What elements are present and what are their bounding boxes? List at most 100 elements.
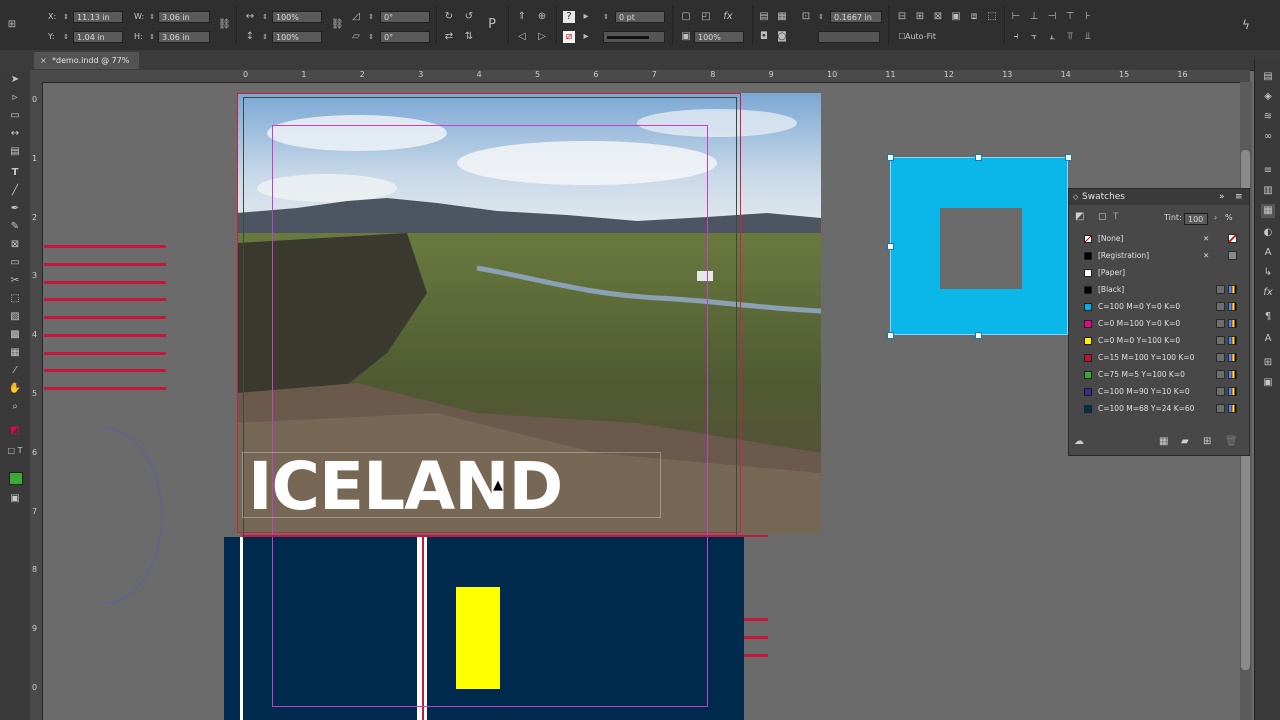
- select-content-icon[interactable]: ⊕: [536, 11, 548, 23]
- align-right-icon[interactable]: ⊣: [1046, 11, 1058, 23]
- wrap-shape-icon[interactable]: ◘: [758, 31, 770, 43]
- close-tab-icon[interactable]: ×: [40, 52, 47, 69]
- drop-shadow-icon[interactable]: ▣: [680, 31, 692, 43]
- character-icon[interactable]: A: [1261, 332, 1275, 346]
- align-panel-icon[interactable]: ⊞: [1261, 356, 1275, 370]
- selection-handle[interactable]: [1065, 154, 1072, 161]
- text-wrap-icon[interactable]: A: [1261, 246, 1275, 260]
- opacity-field[interactable]: 100%: [694, 31, 744, 43]
- swatch-row[interactable]: C=100 M=90 Y=10 K=0: [1069, 383, 1249, 400]
- swatch-row[interactable]: [Black]: [1069, 281, 1249, 298]
- distribute-left-icon[interactable]: ⫞: [1010, 31, 1022, 43]
- selection-tool-icon[interactable]: ➤: [7, 73, 23, 87]
- shear-stepper-icon[interactable]: ⇕: [365, 31, 377, 43]
- object-style-dropdown[interactable]: [818, 31, 880, 43]
- wrap-box-icon[interactable]: ▦: [776, 11, 788, 23]
- stroke-weight-stepper-icon[interactable]: ⇕: [600, 11, 612, 23]
- formatting-affects-icon[interactable]: □ T: [7, 444, 23, 458]
- rectangle-frame-tool-icon[interactable]: ⊠: [7, 238, 23, 252]
- container-format-icon[interactable]: ▢: [1098, 212, 1107, 222]
- selection-handle[interactable]: [887, 332, 894, 339]
- offset-stepper-icon[interactable]: ⇕: [815, 11, 827, 23]
- rotate-stepper-icon[interactable]: ⇕: [365, 11, 377, 23]
- eyedropper-tool-icon[interactable]: ⁄: [7, 364, 23, 378]
- align-top-icon[interactable]: ⊤: [1064, 11, 1076, 23]
- stroke-type-dropdown[interactable]: [603, 31, 665, 43]
- swatch-row[interactable]: [None] ✕: [1069, 230, 1249, 247]
- rectangle-tool-icon[interactable]: ▭: [7, 256, 23, 270]
- selection-handle[interactable]: [887, 243, 894, 250]
- scale-x-field[interactable]: 100%: [272, 11, 322, 23]
- distribute-top-icon[interactable]: ⫪: [1064, 31, 1076, 43]
- corner-icon[interactable]: ◰: [700, 11, 712, 23]
- swatch-row[interactable]: C=0 M=0 Y=100 K=0: [1069, 332, 1249, 349]
- pen-tool-icon[interactable]: ✒: [7, 202, 23, 216]
- fill-stroke-icon[interactable]: ◩: [7, 424, 23, 438]
- effects-fx-icon[interactable]: fx: [722, 11, 734, 23]
- scale-y-stepper-icon[interactable]: ⇕: [259, 31, 271, 43]
- offset-field[interactable]: 0.1667 in: [830, 11, 882, 23]
- constrain-scale-icon[interactable]: ⛓: [331, 19, 344, 31]
- selection-handle[interactable]: [975, 332, 982, 339]
- center-content-icon[interactable]: ⊠: [932, 11, 944, 23]
- swatch-row[interactable]: C=0 M=100 Y=0 K=0: [1069, 315, 1249, 332]
- hand-tool-icon[interactable]: ✋: [7, 382, 23, 396]
- w-stepper-icon[interactable]: ⇕: [146, 11, 158, 23]
- swatch-row[interactable]: [Paper]: [1069, 264, 1249, 281]
- pencil-tool-icon[interactable]: ✎: [7, 220, 23, 234]
- align-left-icon[interactable]: ⊢: [1010, 11, 1022, 23]
- select-previous-icon[interactable]: ◁: [516, 31, 528, 43]
- h-field[interactable]: 3.06 in: [158, 31, 210, 43]
- panel-menu-icon[interactable]: ≡: [1235, 189, 1243, 205]
- character-styles-icon[interactable]: ↳: [1261, 266, 1275, 280]
- gradient-feather-tool-icon[interactable]: ▩: [7, 328, 23, 342]
- select-container-icon[interactable]: ⇑: [516, 11, 528, 23]
- swatches-stack-icon[interactable]: ≋: [1261, 110, 1275, 124]
- scissors-tool-icon[interactable]: ✂: [7, 274, 23, 288]
- swatch-row[interactable]: C=75 M=5 Y=100 K=0: [1069, 366, 1249, 383]
- distribute-center-icon[interactable]: ⫟: [1028, 31, 1040, 43]
- line-tool-icon[interactable]: ╱: [7, 184, 23, 198]
- distribute-bottom-icon[interactable]: ⫫: [1082, 31, 1094, 43]
- fit-content-frame-icon[interactable]: ⊟: [896, 11, 908, 23]
- flip-vertical-icon[interactable]: ⇅: [463, 31, 475, 43]
- rotate-field[interactable]: 0°: [380, 11, 430, 23]
- y-field[interactable]: 1.04 in: [73, 31, 123, 43]
- swatch-row[interactable]: C=100 M=68 Y=24 K=60: [1069, 400, 1249, 417]
- fit-proportional-icon[interactable]: ⧈: [968, 11, 980, 23]
- swatch-row[interactable]: C=100 M=0 Y=0 K=0: [1069, 298, 1249, 315]
- fit-frame-content-icon[interactable]: ⊞: [914, 11, 926, 23]
- distribute-right-icon[interactable]: ⫠: [1046, 31, 1058, 43]
- new-swatch-icon[interactable]: ⊞: [1203, 436, 1211, 447]
- text-format-icon[interactable]: T: [1113, 212, 1119, 222]
- yellow-rectangle[interactable]: [456, 587, 500, 689]
- type-tool-icon[interactable]: T: [7, 166, 23, 180]
- y-stepper-icon[interactable]: ⇕: [60, 31, 72, 43]
- scale-x-stepper-icon[interactable]: ⇕: [259, 11, 271, 23]
- new-group-icon[interactable]: ▰: [1181, 436, 1189, 447]
- document-tab[interactable]: × *demo.indd @ 77%: [34, 52, 140, 69]
- x-stepper-icon[interactable]: ⇕: [60, 11, 72, 23]
- constrain-proportions-icon[interactable]: ⛓: [218, 19, 231, 31]
- w-field[interactable]: 3.06 in: [158, 11, 210, 23]
- gap-tool-icon[interactable]: ↔: [7, 127, 23, 141]
- swatch-row[interactable]: C=15 M=100 Y=100 K=0: [1069, 349, 1249, 366]
- content-collector-icon[interactable]: ▤: [7, 145, 23, 159]
- tint-slider-icon[interactable]: ›: [1214, 213, 1217, 222]
- pages-icon[interactable]: ▤: [1261, 70, 1275, 84]
- panel-expand-icon[interactable]: »: [1219, 189, 1225, 205]
- stroke-weight-field[interactable]: 0 pt: [615, 11, 665, 23]
- fill-frame-icon[interactable]: ▣: [950, 11, 962, 23]
- fill-stroke-toggle-icon[interactable]: ◩: [1075, 211, 1084, 222]
- gradient-icon[interactable]: ◐: [1261, 226, 1275, 240]
- h-stepper-icon[interactable]: ⇕: [146, 31, 158, 43]
- lightning-icon[interactable]: ϟ: [1240, 19, 1252, 31]
- fill-swatch-icon[interactable]: ?: [563, 11, 575, 23]
- page-tool-icon[interactable]: ▭: [7, 109, 23, 123]
- effects-icon[interactable]: fx: [1261, 286, 1275, 300]
- frame-icon[interactable]: ▢: [680, 11, 692, 23]
- stroke-icon[interactable]: ≡: [1261, 164, 1275, 178]
- zoom-tool-icon[interactable]: ⌕: [7, 400, 23, 414]
- wrap-none-icon[interactable]: ▤: [758, 11, 770, 23]
- color-icon[interactable]: ▥: [1261, 184, 1275, 198]
